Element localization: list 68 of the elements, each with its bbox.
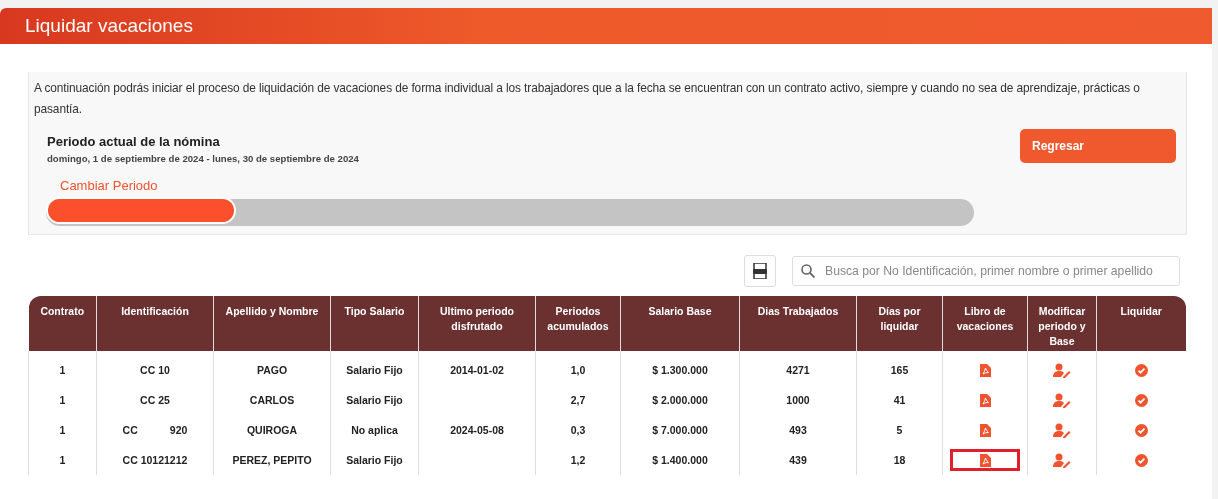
search-icon [801, 264, 815, 278]
column-header: Apellido y Nombre [213, 296, 331, 351]
table-cell: Salario Fijo [346, 394, 403, 406]
table-cell: 41 [893, 394, 906, 406]
table-cell: $ 7.000.000 [652, 424, 708, 436]
table-cell: CC 920 [122, 424, 188, 436]
table-cell: No aplica [351, 424, 398, 436]
column-header: Contrato [28, 296, 97, 351]
search-field[interactable]: Busca por No Identificación, primer nombre o primer apellido [792, 256, 1180, 286]
back-button[interactable]: Regresar [1020, 129, 1176, 163]
table-cell: 165 [890, 364, 909, 376]
table-cell: Salario Fijo [346, 454, 403, 466]
page-title: Liquidar vacaciones [25, 15, 193, 37]
check-circle-icon[interactable] [1134, 423, 1148, 437]
excel-export-button[interactable] [744, 255, 776, 287]
table-cell: 1,0 [570, 364, 586, 376]
table-cell: 1 [59, 394, 66, 406]
column-header: Periodos acumulados [535, 296, 621, 351]
table-cell: 1 [59, 454, 66, 466]
column-header: Días por liquidar [856, 296, 943, 351]
check-circle-icon[interactable] [1134, 363, 1148, 377]
intro-text: A continuación podrás iniciar el proceso de liquidación de vacaciones de forma individual a los trabajadores que a la fecha se encuentran con un contrato activo, siempre y cuando no sea de aprendizaje, prácticas o pasantía. [34, 80, 1141, 118]
table-cell: CC 10121212 [122, 454, 188, 466]
user-edit-icon[interactable] [1053, 362, 1071, 378]
column-header: Liquidar [1096, 296, 1186, 351]
user-edit-icon[interactable] [1053, 422, 1071, 438]
table-cell: CC 10 [140, 364, 170, 376]
pdf-file-icon[interactable] [979, 393, 991, 407]
table-cell: CARLOS [249, 394, 295, 406]
table-cell: PEREZ, PEPITO [232, 454, 312, 466]
column-header: Dias Trabajados [739, 296, 857, 351]
table-cell: 4271 [786, 364, 810, 376]
user-edit-icon[interactable] [1053, 392, 1071, 408]
column-header: Tipo Salario [330, 296, 419, 351]
table-cell: 18 [893, 454, 906, 466]
change-period-link[interactable]: Cambiar Periodo [60, 178, 158, 193]
table-cell: 2,7 [570, 394, 586, 406]
period-title: Periodo actual de la nómina [47, 134, 221, 149]
table-cell: $ 1.300.000 [652, 364, 708, 376]
pdf-file-icon[interactable] [979, 363, 991, 377]
column-header: Identificación [96, 296, 214, 351]
table-cell: 2014-01-02 [450, 364, 504, 376]
table-cell: PAGO [256, 364, 288, 376]
table-cell: 1 [59, 364, 66, 376]
table-cell: 439 [789, 454, 807, 466]
check-circle-icon[interactable] [1134, 453, 1148, 467]
table-cell: CC 25 [140, 394, 170, 406]
table-cell: 5 [896, 424, 903, 436]
table-cell: 2024-05-08 [450, 424, 504, 436]
pdf-file-icon[interactable] [979, 423, 991, 437]
table-cell: QUIROGA [246, 424, 298, 436]
table-cell: 1 [59, 424, 66, 436]
table-cell: $ 2.000.000 [652, 394, 708, 406]
table-cell: Salario Fijo [346, 364, 403, 376]
table-cell: $ 1.400.000 [652, 454, 708, 466]
column-header: Salario Base [620, 296, 740, 351]
table-cell: 493 [789, 424, 807, 436]
table-cell: 1000 [786, 394, 810, 406]
check-circle-icon[interactable] [1134, 393, 1148, 407]
column-header: Ultimo periodo disfrutado [418, 296, 536, 351]
period-range: domingo, 1 de septiembre de 2024 - lunes, 30 de septiembre de 2024 [47, 153, 359, 164]
column-header: Modificar periodo y Base [1027, 296, 1097, 351]
column-header: Libro de vacaciones [942, 296, 1028, 351]
pdf-file-icon[interactable] [979, 453, 991, 467]
user-edit-icon[interactable] [1053, 452, 1071, 468]
spreadsheet-icon [753, 263, 767, 279]
table-cell: 1,2 [570, 454, 586, 466]
table-cell: 0,3 [570, 424, 586, 436]
